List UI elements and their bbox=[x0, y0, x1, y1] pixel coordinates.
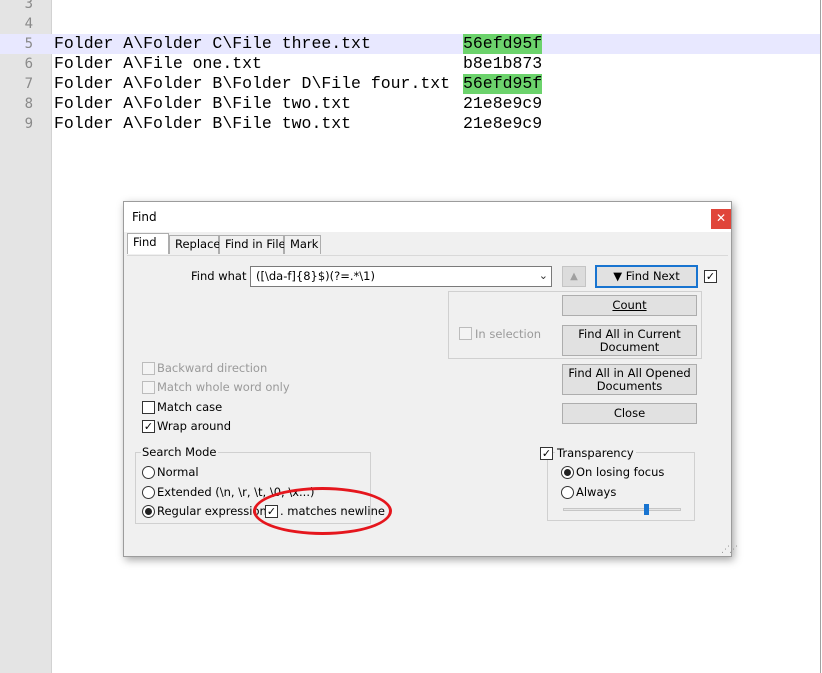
line-number: 4 bbox=[24, 16, 33, 32]
find-what-value: ([\da-f]{8}$)(?=.*\1) bbox=[256, 269, 375, 283]
editor-line[interactable]: 8 Folder A\Folder B\File two.txt 21e8e9c… bbox=[0, 94, 820, 114]
transparency-always-radio[interactable] bbox=[561, 486, 574, 499]
check-icon: ✓ bbox=[705, 270, 716, 283]
line-hash-highlighted: 56efd95f bbox=[463, 74, 543, 94]
line-hash: 21e8e9c9 bbox=[463, 114, 543, 133]
transparency-always-label: Always bbox=[576, 485, 617, 499]
match-case-label: Match case bbox=[157, 400, 223, 414]
tab-mark[interactable]: Mark bbox=[284, 235, 321, 254]
line-text: Folder A\File one.txt bbox=[54, 54, 262, 73]
close-button[interactable]: Close bbox=[562, 403, 697, 424]
backward-direction-checkbox[interactable] bbox=[142, 362, 155, 375]
line-number: 5 bbox=[24, 36, 33, 52]
line-number: 6 bbox=[24, 56, 33, 72]
line-text: Folder A\Folder B\File two.txt bbox=[54, 114, 352, 133]
check-icon: ✓ bbox=[541, 447, 552, 460]
transparency-on-losing-focus-label: On losing focus bbox=[576, 465, 665, 479]
editor-line[interactable]: 7 Folder A\Folder B\Folder D\File four.t… bbox=[0, 74, 820, 94]
dialog-title: Find bbox=[132, 210, 157, 224]
editor-line[interactable]: 3 bbox=[0, 0, 820, 14]
find-all-current-document-button[interactable]: Find All in Current Document bbox=[562, 325, 697, 356]
editor-line[interactable]: 6 Folder A\File one.txt b8e1b873 bbox=[0, 54, 820, 74]
search-mode-title: Search Mode bbox=[141, 445, 218, 459]
line-number: 8 bbox=[24, 96, 33, 112]
line-number: 9 bbox=[24, 116, 33, 132]
editor-line-current[interactable]: 5 Folder A\Folder C\File three.txt 56efd… bbox=[0, 34, 820, 54]
search-mode-regex-label: Regular expression bbox=[157, 504, 267, 518]
editor-line[interactable]: 4 bbox=[0, 14, 820, 34]
find-next-option-checkbox[interactable]: ✓ bbox=[704, 270, 717, 283]
in-selection-label: In selection bbox=[475, 327, 542, 341]
match-whole-word-label: Match whole word only bbox=[157, 380, 290, 394]
transparency-checkbox[interactable]: ✓ bbox=[540, 447, 553, 460]
direction-up-button[interactable]: ▲ bbox=[562, 266, 586, 287]
match-case-checkbox[interactable] bbox=[142, 401, 155, 414]
count-button[interactable]: Count bbox=[562, 295, 697, 316]
editor-line[interactable]: 9 Folder A\Folder B\File two.txt 21e8e9c… bbox=[0, 114, 820, 134]
find-what-label: Find what : bbox=[191, 269, 254, 283]
find-dialog[interactable]: Find ✕ Find Replace Find in Files Mark F… bbox=[123, 201, 738, 557]
annotation-ellipse bbox=[253, 487, 392, 535]
wrap-around-label: Wrap around bbox=[157, 419, 232, 433]
line-hash-highlighted: 56efd95f bbox=[463, 34, 543, 54]
radio-dot bbox=[145, 508, 152, 515]
find-next-button[interactable]: ▼ Find Next bbox=[595, 265, 698, 288]
transparency-label: Transparency bbox=[555, 446, 636, 460]
backward-direction-label: Backward direction bbox=[157, 361, 268, 375]
search-mode-normal-radio[interactable] bbox=[142, 466, 155, 479]
tab-replace[interactable]: Replace bbox=[169, 235, 221, 254]
match-whole-word-checkbox[interactable] bbox=[142, 381, 155, 394]
transparency-slider-thumb[interactable] bbox=[643, 504, 649, 515]
in-selection-checkbox[interactable] bbox=[459, 327, 472, 340]
line-text: Folder A\Folder B\Folder D\File four.txt bbox=[54, 74, 451, 93]
transparency-on-losing-focus-radio[interactable] bbox=[561, 466, 574, 479]
close-icon[interactable]: ✕ bbox=[711, 209, 731, 229]
wrap-around-checkbox[interactable]: ✓ bbox=[142, 420, 155, 433]
line-number: 7 bbox=[24, 76, 33, 92]
search-mode-extended-radio[interactable] bbox=[142, 486, 155, 499]
resize-grip-icon[interactable]: ⋰⋰ bbox=[721, 545, 738, 555]
dialog-titlebar[interactable]: Find ✕ bbox=[124, 202, 731, 232]
search-mode-regex-radio[interactable] bbox=[142, 505, 155, 518]
window-edge-divider bbox=[820, 0, 821, 673]
line-text: Folder A\Folder B\File two.txt bbox=[54, 94, 352, 113]
find-all-opened-documents-button[interactable]: Find All in All Opened Documents bbox=[562, 364, 697, 395]
line-hash: 21e8e9c9 bbox=[463, 94, 543, 113]
search-mode-normal-label: Normal bbox=[157, 465, 199, 479]
line-text: Folder A\Folder C\File three.txt bbox=[54, 34, 371, 53]
chevron-down-icon[interactable]: ⌄ bbox=[539, 269, 548, 282]
check-icon: ✓ bbox=[143, 420, 154, 433]
tab-find-in-files[interactable]: Find in Files bbox=[219, 235, 292, 254]
line-number: 3 bbox=[24, 0, 33, 12]
transparency-slider-track[interactable] bbox=[563, 508, 681, 511]
radio-dot bbox=[564, 469, 571, 476]
line-hash: b8e1b873 bbox=[463, 54, 543, 73]
tab-find[interactable]: Find bbox=[127, 233, 169, 254]
find-what-input[interactable]: ([\da-f]{8}$)(?=.*\1) ⌄ bbox=[250, 266, 552, 287]
